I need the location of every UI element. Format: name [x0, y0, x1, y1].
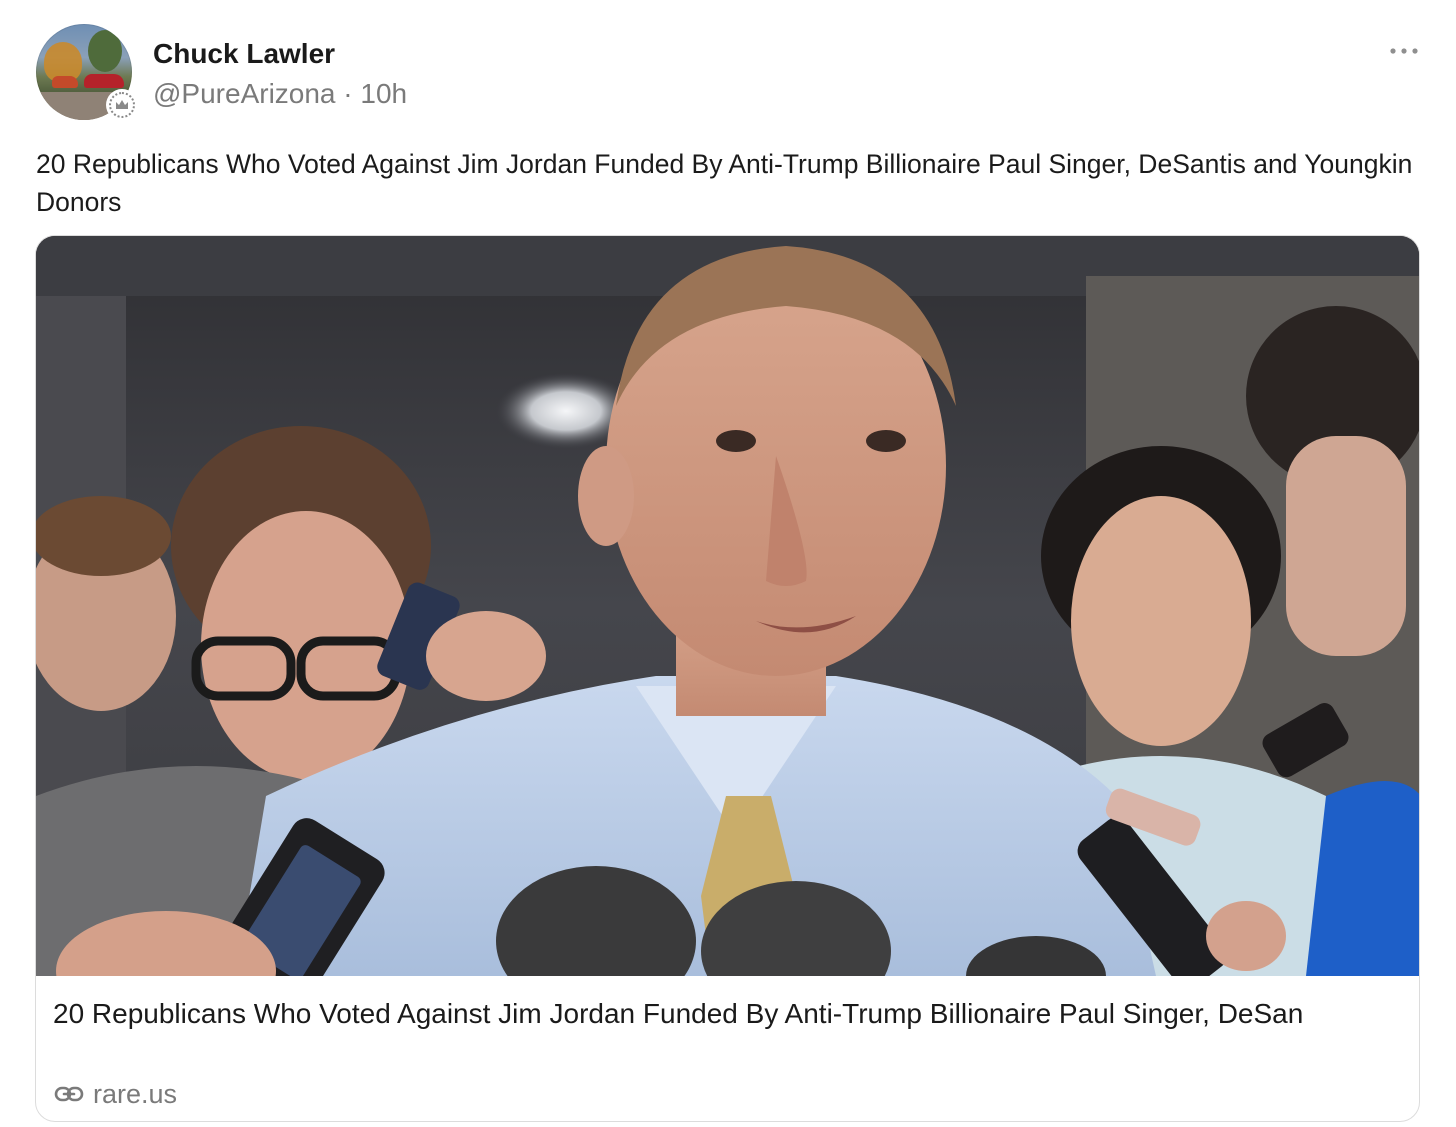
link-preview-image — [36, 236, 1419, 976]
author-name[interactable]: Chuck Lawler — [153, 38, 335, 70]
meta-separator: · — [343, 78, 353, 109]
link-domain-text: rare.us — [93, 1078, 178, 1109]
crown-badge-icon — [106, 89, 138, 121]
author-handle[interactable]: @PureArizona — [153, 78, 336, 109]
link-preview-domain: rare.us — [53, 1078, 177, 1110]
avatar-photo-car — [52, 76, 78, 88]
more-horizontal-icon — [1390, 48, 1418, 54]
more-options-button[interactable] — [1384, 36, 1424, 66]
link-icon — [53, 1078, 85, 1110]
link-preview-title: 20 Republicans Who Voted Against Jim Jor… — [53, 998, 1304, 1029]
link-preview-card[interactable]: 20 Republicans Who Voted Against Jim Jor… — [35, 235, 1420, 1122]
post-time[interactable]: 10h — [360, 78, 407, 109]
avatar-photo-car — [84, 74, 124, 88]
post: Chuck Lawler @PureArizona · 10h 20 Repub… — [0, 0, 1456, 1127]
author-meta: @PureArizona · 10h — [153, 78, 407, 110]
post-text: 20 Republicans Who Voted Against Jim Jor… — [36, 149, 1413, 217]
avatar-photo-tree — [88, 30, 122, 72]
